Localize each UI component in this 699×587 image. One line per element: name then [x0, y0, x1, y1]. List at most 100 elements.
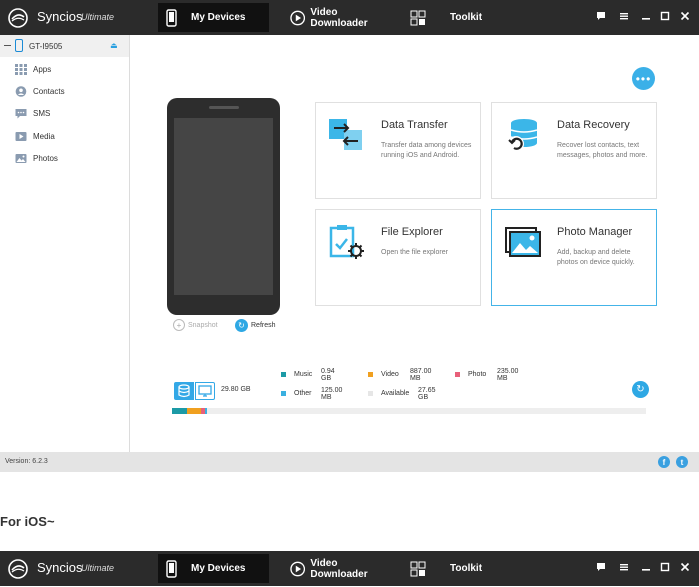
- syncios-logo-icon: [8, 8, 28, 28]
- card-title: Photo Manager: [557, 226, 633, 238]
- snapshot-button[interactable]: + Snapshot: [173, 319, 218, 331]
- sync-button[interactable]: ↻: [632, 381, 649, 398]
- refresh-button[interactable]: ↻ Refresh: [235, 319, 276, 332]
- facebook-icon[interactable]: f: [658, 456, 670, 468]
- tab-my-devices[interactable]: My Devices: [158, 554, 269, 583]
- close-icon[interactable]: [678, 9, 692, 23]
- legend-value: 887.00 MB: [410, 367, 432, 382]
- minimize-icon[interactable]: [639, 560, 653, 574]
- tab-video-downloader[interactable]: Video Downloader: [282, 554, 394, 583]
- data-transfer-icon: [329, 119, 362, 150]
- sidebar-item-photos[interactable]: Photos: [0, 147, 129, 169]
- title-bar-2: Syncios Ultimate My Devices Video Downlo…: [0, 551, 699, 586]
- legend-value: 125.00 MB: [321, 386, 343, 401]
- tab-video-downloader[interactable]: Video Downloader: [282, 3, 394, 32]
- legend-photo: Photo 235.00 MB: [455, 368, 518, 382]
- sync-icon: ↻: [636, 384, 645, 395]
- maximize-icon[interactable]: [658, 560, 672, 574]
- device-item[interactable]: GT-I9505 ⏏: [0, 35, 129, 57]
- status-bar: Version: 6.2.3 f t: [0, 452, 699, 472]
- play-icon: [290, 10, 306, 25]
- media-icon: [15, 132, 27, 141]
- tab-my-devices[interactable]: My Devices: [158, 3, 269, 32]
- storage-segment-video: [187, 408, 201, 414]
- legend-label: Other: [294, 390, 312, 397]
- device-screen: [174, 118, 273, 295]
- camera-plus-icon: +: [173, 319, 185, 331]
- storage-total: 29.80 GB: [221, 386, 251, 393]
- legend-swatch: [281, 391, 286, 396]
- legend-swatch: [368, 391, 373, 396]
- app-title: Syncios: [37, 560, 83, 575]
- legend-value: 0.94 GB: [321, 367, 335, 382]
- sidebar-item-contacts[interactable]: Contacts: [0, 80, 129, 102]
- app-edition: Ultimate: [81, 563, 115, 573]
- section-heading: For iOS~: [0, 514, 55, 529]
- refresh-label: Refresh: [251, 322, 276, 329]
- data-recovery-card[interactable]: Data Recovery Recover lost contacts, tex…: [491, 102, 657, 199]
- sidebar-item-label: SMS: [33, 109, 51, 118]
- legend-video: Video 887.00 MB: [368, 368, 431, 382]
- syncios-logo-icon: [8, 559, 28, 579]
- data-transfer-card[interactable]: Data Transfer Transfer data among device…: [315, 102, 481, 199]
- legend-available: Available 27.65 GB: [368, 387, 436, 401]
- sidebar-item-label: Contacts: [33, 87, 65, 96]
- phone-icon: [166, 8, 177, 27]
- storage-icon[interactable]: [174, 382, 194, 400]
- legend-other: Other 125.00 MB: [281, 387, 342, 401]
- menu-icon[interactable]: [617, 9, 631, 23]
- sms-icon: [15, 109, 27, 119]
- sidebar-item-media[interactable]: Media: [0, 125, 129, 147]
- photo-manager-card[interactable]: Photo Manager Add, backup and delete pho…: [491, 209, 657, 306]
- device-name: GT-I9505: [29, 42, 63, 51]
- tab-toolkit[interactable]: Toolkit: [402, 554, 492, 583]
- file-explorer-icon: [329, 225, 364, 259]
- sidebar: GT-I9505 ⏏ Apps Contacts SMS Media Photo…: [0, 35, 130, 452]
- minimize-icon[interactable]: [639, 9, 653, 23]
- legend-label: Video: [381, 371, 399, 378]
- close-icon[interactable]: [678, 560, 692, 574]
- title-bar: Syncios Ultimate My Devices Video Downlo…: [0, 0, 699, 35]
- storage-segment-other: [205, 408, 207, 414]
- card-description: Open the file explorer: [381, 249, 448, 256]
- maximize-icon[interactable]: [658, 9, 672, 23]
- chat-icon[interactable]: [594, 560, 608, 574]
- main-panel: ••• + Snapshot ↻ Refresh Data Transfer T…: [131, 35, 699, 452]
- sidebar-item-label: Media: [33, 132, 55, 141]
- monitor-icon[interactable]: [195, 382, 215, 400]
- chat-icon[interactable]: [594, 9, 608, 23]
- file-explorer-card[interactable]: File Explorer Open the file explorer: [315, 209, 481, 306]
- storage-view-toggle[interactable]: [174, 382, 216, 400]
- more-options-button[interactable]: •••: [632, 67, 655, 90]
- play-icon: [290, 561, 306, 576]
- phone-icon: [15, 39, 23, 52]
- tab-label: Video Downloader: [310, 6, 368, 29]
- tab-label: Toolkit: [450, 12, 483, 23]
- app-edition: Ultimate: [81, 12, 115, 22]
- grid-icon: [410, 10, 426, 25]
- photos-icon: [15, 154, 27, 163]
- card-description: Recover lost contacts, text messages, ph…: [557, 142, 648, 159]
- phone-speaker: [209, 106, 239, 109]
- version-label: Version: 6.2.3: [5, 458, 48, 465]
- tab-label: Video Downloader: [310, 557, 368, 580]
- legend-label: Music: [294, 371, 313, 378]
- tab-toolkit[interactable]: Toolkit: [402, 3, 492, 32]
- sidebar-item-apps[interactable]: Apps: [0, 58, 129, 80]
- tab-label: Toolkit: [450, 563, 483, 574]
- card-title: Data Transfer: [381, 119, 448, 131]
- card-title: Data Recovery: [557, 119, 630, 131]
- menu-icon[interactable]: [617, 560, 631, 574]
- tab-label: My Devices: [191, 12, 246, 23]
- sidebar-item-sms[interactable]: SMS: [0, 102, 129, 124]
- tab-label: My Devices: [191, 563, 246, 574]
- legend-label: Available: [381, 390, 410, 397]
- twitter-icon[interactable]: t: [676, 456, 688, 468]
- card-title: File Explorer: [381, 226, 443, 238]
- card-description: Transfer data among devices running iOS …: [381, 142, 472, 159]
- collapse-icon[interactable]: [4, 45, 11, 46]
- eject-icon[interactable]: ⏏: [110, 41, 118, 50]
- photo-manager-icon: [505, 227, 541, 257]
- refresh-icon: ↻: [235, 319, 248, 332]
- data-recovery-icon: [508, 119, 538, 152]
